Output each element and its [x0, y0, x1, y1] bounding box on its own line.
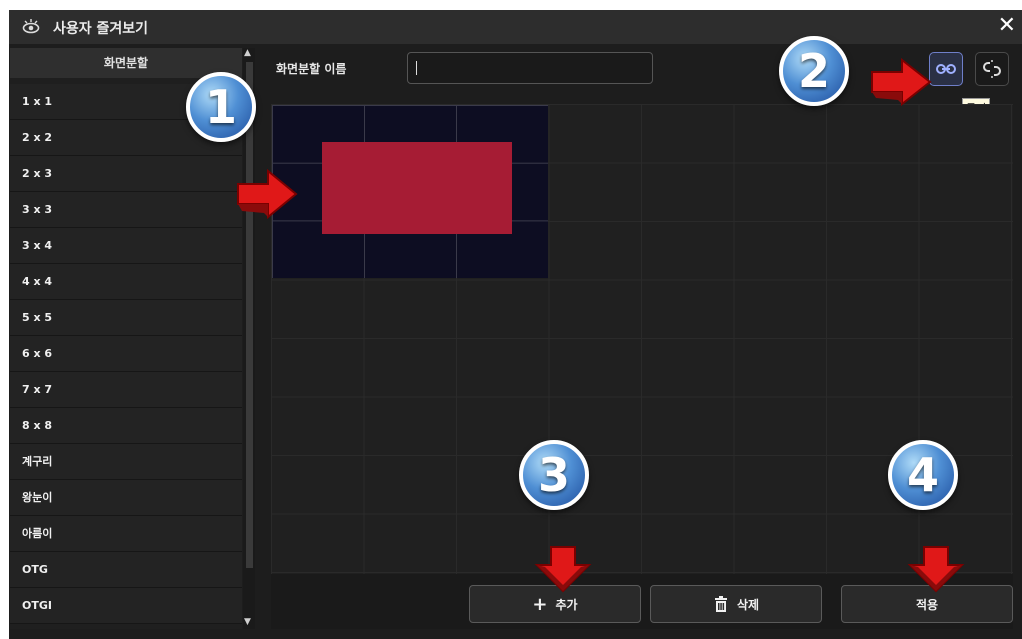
trash-icon [714, 596, 727, 612]
delete-button-label: 삭제 [736, 597, 760, 612]
close-icon[interactable]: ✕ [998, 14, 1016, 38]
title-bar: 사용자 즐겨보기 ✕ [9, 10, 1022, 44]
link-icon [936, 64, 956, 74]
arrow-right-icon [237, 168, 298, 220]
eye-icon [22, 18, 40, 36]
arrow-down-icon [907, 546, 965, 593]
annotation-badge-3: 3 [519, 440, 589, 510]
layout-name-label: 화면분할 이름 [276, 62, 347, 76]
layout-item-areum[interactable]: 아름이 [10, 516, 242, 552]
unlink-button[interactable] [975, 52, 1009, 86]
annotation-badge-1: 1 [186, 72, 256, 142]
unlink-icon [983, 60, 1001, 78]
annotation-badge-2: 2 [779, 36, 849, 106]
layout-item-3x4[interactable]: 3 x 4 [10, 228, 242, 264]
layout-item-3x3[interactable]: 3 x 3 [10, 192, 242, 228]
layout-item-6x6[interactable]: 6 x 6 [10, 336, 242, 372]
layout-item-5x5[interactable]: 5 x 5 [10, 300, 242, 336]
layout-list: 1 x 1 2 x 2 2 x 3 3 x 3 3 x 4 4 x 4 5 x … [10, 84, 242, 624]
layout-item-otg[interactable]: OTG [10, 552, 242, 588]
layout-item-2x3[interactable]: 2 x 3 [10, 156, 242, 192]
layout-item-4x4[interactable]: 4 x 4 [10, 264, 242, 300]
layout-item-bigeye[interactable]: 왕눈이 [10, 480, 242, 516]
plus-icon: + [532, 593, 548, 615]
scroll-up-icon[interactable]: ▲ [244, 48, 251, 58]
apply-button-label: 적용 [915, 597, 939, 612]
arrow-right-icon [871, 58, 932, 106]
merged-cell-area[interactable] [322, 142, 512, 234]
link-button[interactable] [929, 52, 963, 86]
layout-item-8x8[interactable]: 8 x 8 [10, 408, 242, 444]
layout-name-input[interactable] [407, 52, 653, 84]
arrow-down-icon [534, 546, 592, 593]
scroll-down-icon[interactable]: ▼ [244, 617, 251, 627]
window-title: 사용자 즐겨보기 [53, 21, 149, 37]
delete-button[interactable]: 삭제 [650, 585, 822, 623]
layout-item-7x7[interactable]: 7 x 7 [10, 372, 242, 408]
text-caret [416, 61, 417, 75]
layout-list-scrollbar[interactable]: ▲ ▼ [243, 48, 255, 629]
annotation-badge-4: 4 [888, 440, 958, 510]
layout-item-otgi[interactable]: OTGI [10, 588, 242, 624]
add-button-label: 추가 [555, 597, 578, 612]
scroll-thumb[interactable] [246, 62, 253, 568]
layout-item-frog[interactable]: 계구리 [10, 444, 242, 480]
